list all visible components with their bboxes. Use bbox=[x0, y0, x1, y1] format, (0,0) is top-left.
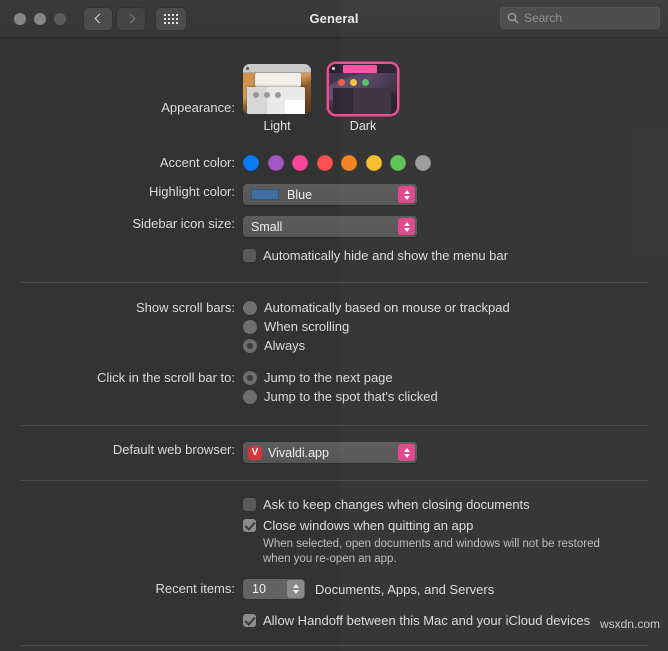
accent-swatch-yellow[interactable] bbox=[365, 155, 382, 171]
divider-2 bbox=[20, 425, 648, 426]
default-web-browser-row: Default web browser: V Vivaldi.app bbox=[0, 442, 668, 463]
window-titlebar: General Search bbox=[0, 0, 668, 38]
accent-swatch-orange[interactable] bbox=[341, 155, 357, 171]
scroll-bar-click-option-spot-clicked[interactable]: Jump to the spot that's clicked bbox=[243, 389, 668, 404]
ask-keep-changes-checkbox[interactable] bbox=[243, 498, 256, 511]
divider-1 bbox=[20, 282, 648, 283]
close-windows-note: When selected, open documents and window… bbox=[263, 537, 668, 567]
highlight-color-popup[interactable]: Blue bbox=[243, 184, 417, 205]
scroll-bar-click-radio-spot-clicked[interactable] bbox=[243, 389, 257, 404]
highlight-color-value: Blue bbox=[287, 187, 313, 202]
recent-items-label: Recent items: bbox=[155, 581, 235, 596]
default-web-browser-popup[interactable]: V Vivaldi.app bbox=[243, 442, 417, 463]
default-web-browser-value: Vivaldi.app bbox=[268, 445, 329, 460]
watermark: wsxdn.com bbox=[599, 617, 660, 631]
recent-items-suffix: Documents, Apps, and Servers bbox=[315, 581, 495, 597]
appearance-row: Appearance: Light Dark bbox=[0, 58, 668, 133]
accent-swatch-red[interactable] bbox=[316, 155, 333, 171]
scroll-bars-label-when-scrolling: When scrolling bbox=[264, 319, 350, 334]
system-preferences-general-window: General Search Appearance: Light Dark Ac… bbox=[0, 0, 668, 651]
divider-3 bbox=[20, 480, 648, 481]
scroll-bars-radio-always[interactable] bbox=[243, 338, 257, 353]
accent-color-label: Accent color: bbox=[159, 155, 235, 170]
sidebar-icon-size-stepper-icon[interactable] bbox=[398, 218, 415, 235]
scroll-bars-option-when-scrolling[interactable]: When scrolling bbox=[243, 319, 668, 334]
accent-swatch-green[interactable] bbox=[390, 155, 406, 171]
scroll-bar-click-option-next-page[interactable]: Jump to the next page bbox=[243, 370, 668, 385]
scroll-bar-click-label-spot-clicked: Jump to the spot that's clicked bbox=[264, 389, 438, 404]
sidebar-icon-size-label: Sidebar icon size: bbox=[132, 216, 235, 231]
default-web-browser-stepper-icon[interactable] bbox=[398, 444, 415, 461]
show-scroll-bars-label: Show scroll bars: bbox=[136, 300, 235, 315]
accent-swatch-pink[interactable] bbox=[292, 155, 308, 171]
scroll-bar-click-label-next-page: Jump to the next page bbox=[264, 370, 393, 385]
auto-hide-menu-bar-checkbox[interactable] bbox=[243, 249, 256, 262]
scroll-bars-option-automatic[interactable]: Automatically based on mouse or trackpad bbox=[243, 300, 668, 315]
scroll-bar-click-row: Click in the scroll bar to: Jump to the … bbox=[0, 370, 668, 408]
auto-hide-menu-bar-checkbox-row[interactable]: Automatically hide and show the menu bar bbox=[243, 248, 668, 263]
close-windows-note-line2: when you re-open an app. bbox=[263, 553, 397, 565]
accent-color-row: Accent color: bbox=[0, 155, 668, 171]
recent-items-row: Recent items: 10 Documents, Apps, and Se… bbox=[0, 579, 668, 599]
auto-hide-menu-bar-label: Automatically hide and show the menu bar bbox=[263, 248, 508, 263]
search-icon bbox=[507, 12, 519, 24]
show-scroll-bars-row: Show scroll bars: Automatically based on… bbox=[0, 300, 668, 357]
close-windows-quitting-label: Close windows when quitting an app bbox=[263, 518, 474, 533]
scroll-bar-click-label: Click in the scroll bar to: bbox=[97, 370, 235, 385]
highlight-color-row: Highlight color: Blue bbox=[0, 184, 668, 205]
recent-items-value: 10 bbox=[252, 582, 266, 596]
dark-appearance-thumbnail[interactable] bbox=[329, 64, 397, 114]
accent-color-swatches[interactable] bbox=[243, 155, 668, 171]
ask-keep-changes-row: Ask to keep changes when closing documen… bbox=[0, 497, 668, 512]
accent-swatch-purple[interactable] bbox=[267, 155, 284, 171]
search-placeholder: Search bbox=[524, 11, 563, 25]
close-windows-note-line1: When selected, open documents and window… bbox=[263, 538, 600, 550]
appearance-label: Appearance: bbox=[161, 100, 235, 115]
sidebar-icon-size-popup[interactable]: Small bbox=[243, 216, 417, 237]
accent-swatch-blue[interactable] bbox=[243, 155, 259, 171]
sidebar-icon-size-row: Sidebar icon size: Small bbox=[0, 216, 668, 237]
show-scroll-bars-options[interactable]: Automatically based on mouse or trackpad… bbox=[243, 300, 668, 357]
close-windows-quitting-row: Close windows when quitting an app When … bbox=[0, 518, 668, 567]
scroll-bar-click-options[interactable]: Jump to the next page Jump to the spot t… bbox=[243, 370, 668, 408]
scroll-bars-option-always[interactable]: Always bbox=[243, 338, 668, 353]
light-appearance-label: Light bbox=[263, 119, 291, 133]
scroll-bars-label-automatic: Automatically based on mouse or trackpad bbox=[264, 300, 510, 315]
ask-keep-changes-checkbox-row[interactable]: Ask to keep changes when closing documen… bbox=[243, 497, 668, 512]
auto-hide-menu-bar-row: Automatically hide and show the menu bar bbox=[0, 248, 668, 263]
appearance-option-light[interactable]: Light bbox=[243, 64, 311, 133]
divider-4 bbox=[20, 645, 648, 646]
highlight-color-label: Highlight color: bbox=[149, 184, 235, 199]
scroll-bars-label-always: Always bbox=[264, 338, 306, 353]
highlight-color-stepper-icon[interactable] bbox=[398, 186, 415, 203]
appearance-option-dark[interactable]: Dark bbox=[329, 64, 397, 133]
appearance-options[interactable]: Light Dark bbox=[243, 64, 668, 133]
default-web-browser-label: Default web browser: bbox=[112, 442, 235, 457]
search-field[interactable]: Search bbox=[500, 7, 660, 29]
recent-items-stepper[interactable]: 10 bbox=[243, 579, 305, 599]
handoff-row: Allow Handoff between this Mac and your … bbox=[0, 613, 668, 628]
dark-appearance-label: Dark bbox=[349, 119, 377, 133]
vivaldi-app-icon: V bbox=[248, 445, 262, 460]
scroll-bar-click-radio-next-page[interactable] bbox=[243, 370, 257, 385]
light-appearance-thumbnail[interactable] bbox=[243, 64, 311, 114]
handoff-label: Allow Handoff between this Mac and your … bbox=[263, 613, 591, 628]
sidebar-icon-size-value: Small bbox=[251, 219, 283, 234]
ask-keep-changes-label: Ask to keep changes when closing documen… bbox=[263, 497, 530, 512]
close-windows-quitting-checkbox[interactable] bbox=[243, 519, 256, 532]
scroll-bars-radio-when-scrolling[interactable] bbox=[243, 319, 257, 334]
highlight-color-swatch bbox=[251, 189, 279, 200]
accent-swatch-graphite[interactable] bbox=[414, 155, 431, 171]
recent-items-stepper-arrows[interactable] bbox=[287, 580, 304, 598]
preferences-content: Appearance: Light Dark Accent color: Hig… bbox=[0, 38, 668, 651]
scroll-bars-radio-automatic[interactable] bbox=[243, 300, 257, 315]
close-windows-quitting-checkbox-row[interactable]: Close windows when quitting an app bbox=[243, 518, 668, 533]
handoff-checkbox[interactable] bbox=[243, 614, 256, 627]
